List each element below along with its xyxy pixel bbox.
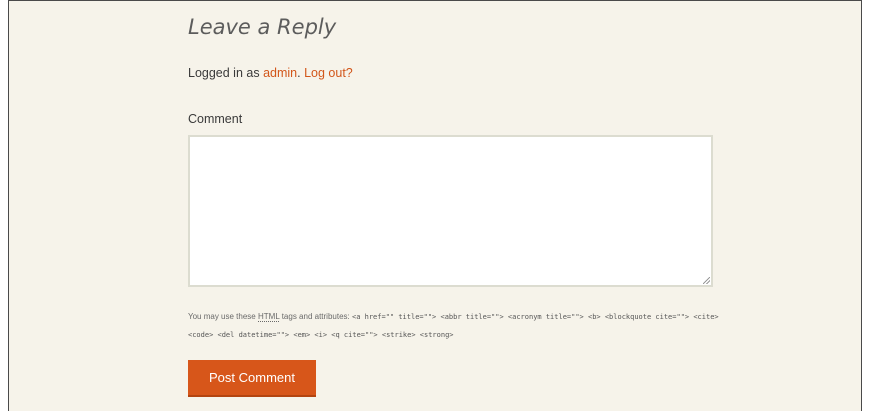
allowed-tags-prefix: You may use these — [188, 312, 256, 321]
post-comment-button[interactable]: Post Comment — [188, 360, 316, 397]
comment-textarea[interactable] — [188, 135, 713, 287]
reply-title: Leave a Reply — [188, 15, 337, 39]
allowed-tags-suffix: tags and attributes: — [281, 312, 350, 321]
allowed-tags-note: You may use these HTML tags and attribut… — [188, 308, 723, 344]
logged-in-prefix: Logged in as — [188, 66, 260, 80]
html-abbr: HTML — [257, 312, 280, 322]
page-frame: Leave a Reply Logged in as admin. Log ou… — [8, 0, 862, 411]
logged-in-notice: Logged in as admin. Log out? — [188, 66, 353, 80]
logout-link[interactable]: Log out? — [304, 66, 353, 80]
separator: . — [297, 66, 301, 80]
comment-label: Comment — [188, 112, 243, 126]
username-link[interactable]: admin — [263, 66, 297, 80]
